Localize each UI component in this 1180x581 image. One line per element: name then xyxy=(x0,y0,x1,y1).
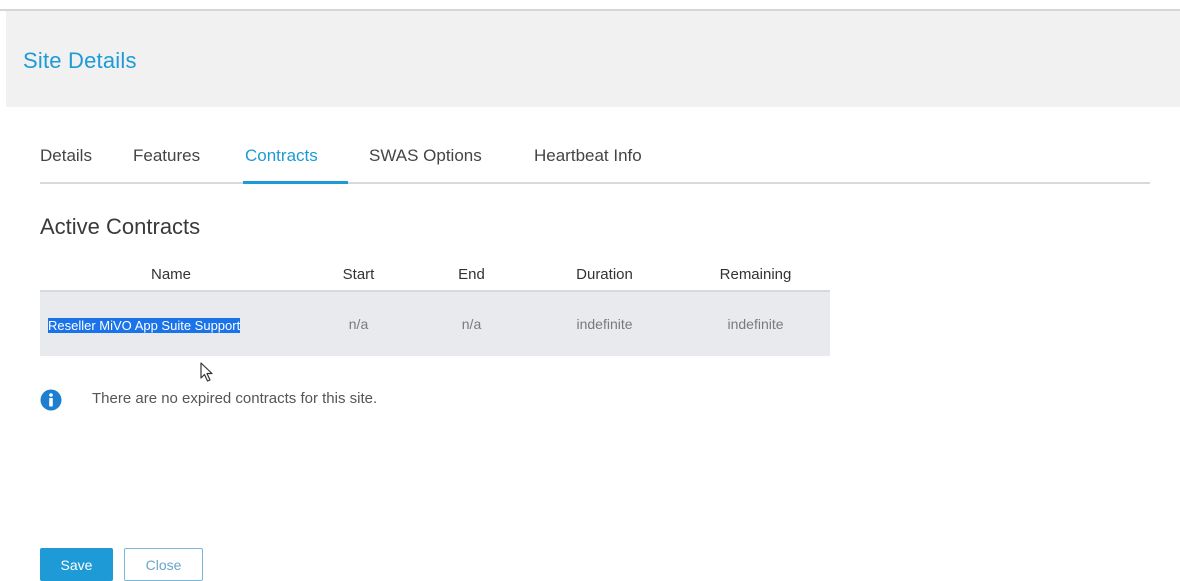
table-row[interactable]: Reseller MiVO App Suite Support n/a n/a … xyxy=(40,291,830,356)
column-header-remaining[interactable]: Remaining xyxy=(681,258,830,292)
tab-bar: Details Features Contracts SWAS Options … xyxy=(40,140,1150,184)
contract-duration: indefinite xyxy=(528,291,681,356)
contract-remaining: indefinite xyxy=(681,291,830,356)
table-header-row: Name Start End Duration Remaining xyxy=(40,258,830,292)
save-button[interactable]: Save xyxy=(40,548,113,581)
mouse-pointer-icon xyxy=(200,362,213,382)
tab-contracts[interactable]: Contracts xyxy=(243,146,348,184)
expired-contracts-message: There are no expired contracts for this … xyxy=(92,390,378,407)
contract-name-cell: Reseller MiVO App Suite Support xyxy=(40,291,302,356)
active-contracts-title: Active Contracts xyxy=(40,214,201,239)
contract-end: n/a xyxy=(415,291,528,356)
page-title: Site Details xyxy=(23,48,137,73)
column-header-end[interactable]: End xyxy=(415,258,528,292)
tab-swas-options[interactable]: SWAS Options xyxy=(369,146,482,182)
tab-details[interactable]: Details xyxy=(40,146,92,182)
info-icon xyxy=(40,389,62,411)
contract-start: n/a xyxy=(302,291,415,356)
column-header-name[interactable]: Name xyxy=(40,258,302,292)
active-contracts-table: Name Start End Duration Remaining Resell… xyxy=(40,258,830,356)
contract-name: Reseller MiVO App Suite Support xyxy=(48,317,241,333)
tab-heartbeat-info[interactable]: Heartbeat Info xyxy=(534,146,642,182)
column-header-duration[interactable]: Duration xyxy=(528,258,681,292)
column-header-start[interactable]: Start xyxy=(302,258,415,292)
close-button[interactable]: Close xyxy=(124,548,203,581)
tab-features[interactable]: Features xyxy=(133,146,200,182)
page-header: Site Details xyxy=(6,11,1180,107)
